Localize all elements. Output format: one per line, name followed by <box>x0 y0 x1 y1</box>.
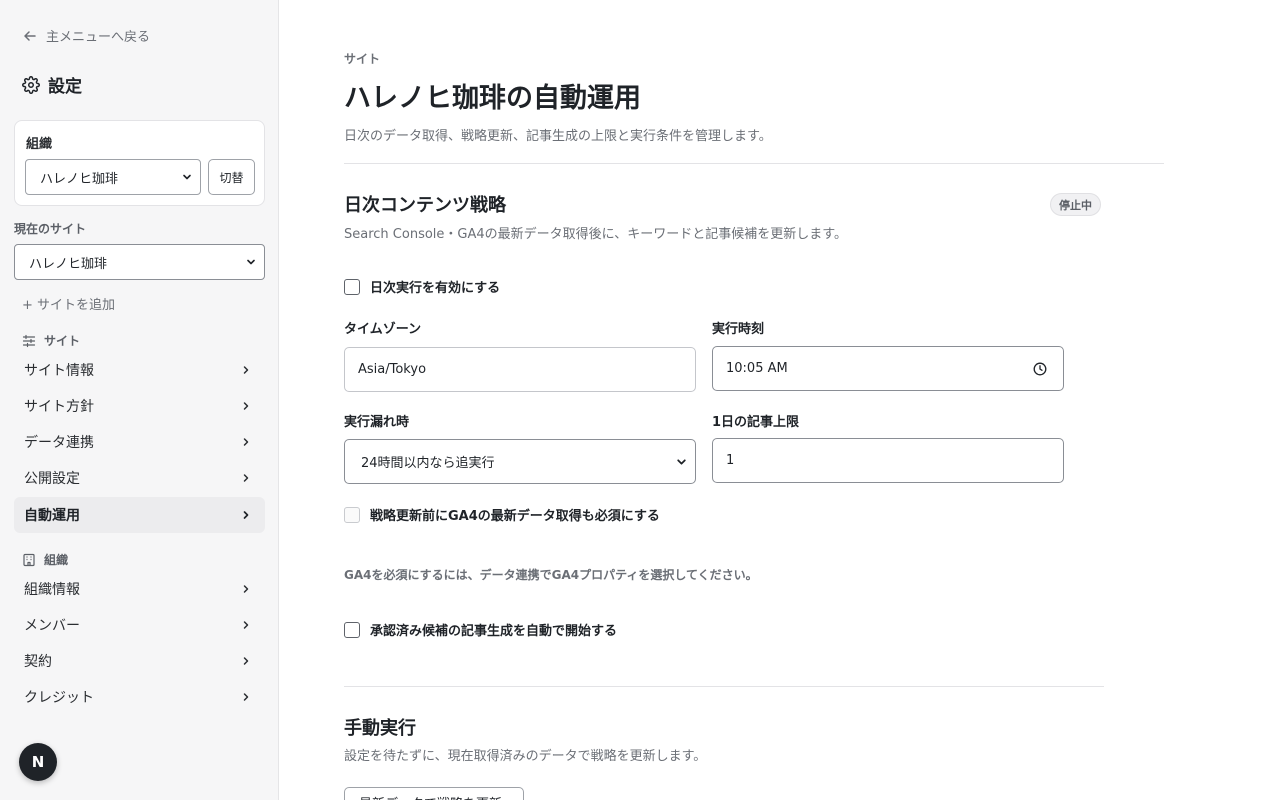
user-avatar[interactable]: N <box>19 743 57 781</box>
page-title: ハレノヒ珈琲の自動運用 <box>344 83 641 114</box>
chevron-right-icon <box>243 402 249 410</box>
missed-run-label: 実行漏れ時 <box>344 415 410 430</box>
sidebar-item-data-integration[interactable]: データ連携 <box>14 424 265 460</box>
page-eyebrow: サイト <box>344 52 381 66</box>
daily-limit-label: 1日の記事上限 <box>712 415 800 430</box>
sidebar-item-label: メンバー <box>24 618 80 634</box>
sidebar-item-contract[interactable]: 契約 <box>14 643 265 679</box>
auto-generate-checkbox[interactable] <box>344 621 360 638</box>
sidebar-item-publish-settings[interactable]: 公開設定 <box>14 460 265 496</box>
sidebar-item-label: 公開設定 <box>24 471 80 487</box>
organization-card: 組織 ハレノヒ珈琲 切替 <box>14 120 265 206</box>
ga4-required-checkbox[interactable] <box>344 506 360 523</box>
chevron-right-icon <box>243 657 249 665</box>
run-time-input[interactable]: 10:05 AM <box>712 346 1064 391</box>
building-icon <box>23 553 35 566</box>
site-section-heading: サイト <box>22 332 80 349</box>
daily-strategy-description: Search Console・GA4の最新データ取得後に、キーワードと記事候補を… <box>344 227 847 242</box>
chevron-right-icon <box>243 366 249 374</box>
update-strategy-button[interactable]: 最新データで戦略を更新 <box>344 787 524 800</box>
run-time-label: 実行時刻 <box>712 322 765 337</box>
sidebar-item-label: サイト情報 <box>24 363 94 379</box>
automation-settings-main: サイト ハレノヒ珈琲の自動運用 日次のデータ取得、戦略更新、記事生成の上限と実行… <box>280 0 1280 800</box>
organization-label: 組織 <box>26 137 53 152</box>
sidebar-item-label: 組織情報 <box>24 582 80 598</box>
back-link-label: 主メニューへ戻る <box>46 30 151 45</box>
daily-limit-input[interactable]: 1 <box>712 438 1064 483</box>
missed-run-value: 24時間以内なら追実行 <box>361 456 495 471</box>
add-site-link[interactable]: + サイトを追加 <box>22 294 115 313</box>
sidebar-item-site-info[interactable]: サイト情報 <box>14 352 265 388</box>
timezone-label: タイムゾーン <box>344 322 422 337</box>
chevron-right-icon <box>243 511 249 519</box>
settings-heading: 設定 <box>22 72 82 97</box>
organization-select[interactable]: ハレノヒ珈琲 <box>25 159 201 195</box>
sidebar-item-credits[interactable]: クレジット <box>14 679 265 715</box>
enable-daily-run-checkbox[interactable] <box>344 278 360 295</box>
chevron-right-icon <box>243 585 249 593</box>
current-site-label: 現在のサイト <box>14 222 87 236</box>
missed-run-select[interactable]: 24時間以内なら追実行 <box>344 439 696 484</box>
status-badge: 停止中 <box>1050 193 1101 216</box>
manual-run-description: 設定を待たずに、現在取得済みのデータで戦略を更新します。 <box>344 749 707 764</box>
settings-sidebar: 主メニューへ戻る 設定 組織 ハレノヒ珈琲 切替 現在のサイト ハレノヒ珈琲 +… <box>0 0 279 800</box>
sidebar-item-org-info[interactable]: 組織情報 <box>14 571 265 607</box>
gear-icon <box>22 75 40 94</box>
site-section-label: サイト <box>44 334 81 348</box>
daily-strategy-title: 日次コンテンツ戦略 <box>344 195 506 216</box>
enable-daily-run-label: 日次実行を有効にする <box>370 281 501 296</box>
sidebar-item-label: 自動運用 <box>24 508 80 524</box>
sidebar-item-label: クレジット <box>24 690 94 706</box>
timezone-input[interactable]: Asia/Tokyo <box>344 347 696 392</box>
sidebar-item-label: 契約 <box>24 654 52 670</box>
chevron-down-icon <box>677 458 686 465</box>
organization-select-value: ハレノヒ珈琲 <box>40 171 119 187</box>
sidebar-item-site-policy[interactable]: サイト方針 <box>14 388 265 424</box>
run-time-value: 10:05 AM <box>726 361 788 376</box>
chevron-down-icon <box>183 174 191 180</box>
arrow-left-icon <box>24 30 36 41</box>
settings-title: 設定 <box>48 77 82 97</box>
ga4-required-label: 戦略更新前にGA4の最新データ取得も必須にする <box>370 509 660 524</box>
chevron-right-icon <box>243 621 249 629</box>
chevron-right-icon <box>243 693 249 701</box>
sidebar-item-members[interactable]: メンバー <box>14 607 265 643</box>
sidebar-item-label: サイト方針 <box>24 399 94 415</box>
current-site-select-value: ハレノヒ珈琲 <box>29 256 108 272</box>
chevron-right-icon <box>243 474 249 482</box>
timezone-value: Asia/Tokyo <box>358 362 427 377</box>
clock-icon[interactable] <box>1033 362 1047 376</box>
enable-daily-run-row[interactable]: 日次実行を有効にする <box>344 277 500 296</box>
current-site-select[interactable]: ハレノヒ珈琲 <box>14 244 265 280</box>
auto-generate-label: 承認済み候補の記事生成を自動で開始する <box>370 624 618 639</box>
chevron-right-icon <box>243 438 249 446</box>
page-description: 日次のデータ取得、戦略更新、記事生成の上限と実行条件を管理します。 <box>344 129 772 144</box>
auto-generate-row[interactable]: 承認済み候補の記事生成を自動で開始する <box>344 620 617 639</box>
sidebar-item-label: データ連携 <box>24 435 94 451</box>
back-to-main-menu-link[interactable]: 主メニューへ戻る <box>22 26 150 45</box>
section-divider <box>344 686 1104 687</box>
org-section-heading: 組織 <box>22 551 68 568</box>
ga4-required-row[interactable]: 戦略更新前にGA4の最新データ取得も必須にする <box>344 505 660 524</box>
chevron-down-icon <box>247 259 255 265</box>
daily-limit-value: 1 <box>726 453 735 468</box>
org-section-label: 組織 <box>44 553 69 567</box>
sidebar-item-automation[interactable]: 自動運用 <box>14 497 265 533</box>
sliders-icon <box>22 334 36 347</box>
manual-run-title: 手動実行 <box>344 718 416 739</box>
header-divider <box>344 163 1164 164</box>
ga4-hint: GA4を必須にするには、データ連携でGA4プロパティを選択してください。 <box>344 568 758 582</box>
switch-organization-button[interactable]: 切替 <box>208 159 255 195</box>
